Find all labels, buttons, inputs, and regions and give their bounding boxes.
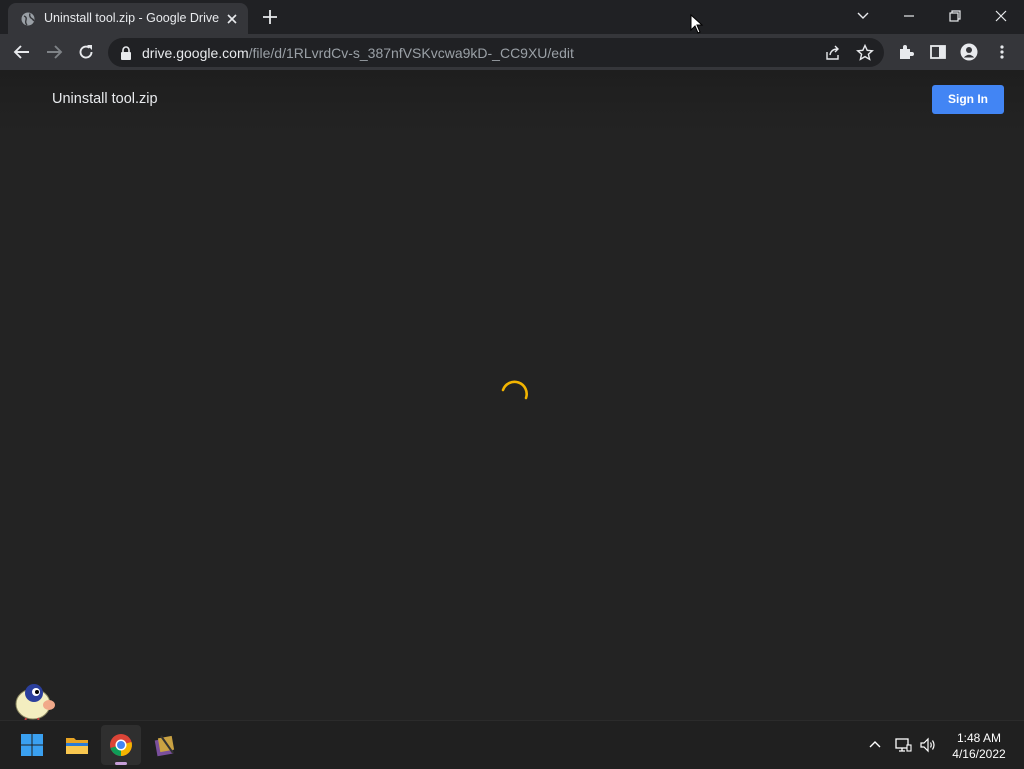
reload-icon[interactable]: [76, 42, 96, 62]
active-app-indicator: [115, 762, 127, 765]
globe-icon: [21, 12, 35, 26]
profile-icon[interactable]: [960, 43, 978, 61]
mouse-pointer-icon: [690, 14, 704, 34]
url-path: /file/d/1RLvrdCv-s_387nfVSKvcwa9kD-_CC9X…: [248, 45, 574, 61]
volume-icon[interactable]: [919, 736, 937, 754]
extensions-puzzle-icon[interactable]: [897, 43, 915, 61]
lock-icon[interactable]: [120, 46, 132, 60]
start-button[interactable]: [12, 725, 52, 765]
winrar-button[interactable]: [145, 725, 185, 765]
loading-spinner-icon: [501, 380, 528, 400]
url-text[interactable]: drive.google.com/file/d/1RLvrdCv-s_387nf…: [142, 45, 574, 61]
winrar-icon: [154, 735, 175, 757]
close-window-icon[interactable]: [991, 6, 1011, 26]
file-explorer-button[interactable]: [57, 725, 97, 765]
file-explorer-icon: [66, 738, 88, 754]
file-title: Uninstall tool.zip: [52, 91, 158, 107]
clock-date: 4/16/2022: [952, 747, 1006, 761]
browser-tab[interactable]: Uninstall tool.zip - Google Drive: [8, 3, 248, 34]
address-bar[interactable]: drive.google.com/file/d/1RLvrdCv-s_387nf…: [108, 38, 884, 67]
windows-start-icon: [21, 734, 43, 756]
new-tab-icon[interactable]: [261, 8, 279, 26]
network-icon[interactable]: [894, 736, 912, 754]
sign-in-button[interactable]: Sign In: [932, 85, 1004, 114]
show-hidden-icons-chevron-icon[interactable]: [866, 736, 884, 754]
restore-icon[interactable]: [945, 6, 965, 26]
page-header: Uninstall tool.zip Sign In: [0, 70, 1024, 132]
tab-title: Uninstall tool.zip - Google Drive: [44, 11, 220, 25]
back-arrow-icon[interactable]: [12, 42, 32, 62]
close-tab-icon[interactable]: [224, 11, 240, 27]
bookmark-star-icon[interactable]: [856, 44, 874, 62]
chrome-icon: [110, 734, 132, 756]
chrome-button[interactable]: [101, 725, 141, 765]
share-icon[interactable]: [824, 44, 842, 62]
browser-toolbar: drive.google.com/file/d/1RLvrdCv-s_387nf…: [0, 34, 1024, 70]
taskbar-clock[interactable]: 1:48 AM 4/16/2022: [944, 730, 1014, 762]
browser-tab-strip: Uninstall tool.zip - Google Drive: [0, 0, 1024, 34]
side-panel-icon[interactable]: [929, 43, 947, 61]
clock-time: 1:48 AM: [956, 731, 1002, 745]
drive-preview-page: Uninstall tool.zip Sign In: [0, 70, 1024, 722]
forward-arrow-icon[interactable]: [44, 42, 64, 62]
desktop-mascot-icon: [15, 684, 55, 722]
menu-dots-icon[interactable]: [993, 43, 1011, 61]
tab-search-chevron-icon[interactable]: [853, 6, 873, 26]
minimize-icon[interactable]: [899, 6, 919, 26]
windows-taskbar: 1:48 AM 4/16/2022: [0, 720, 1024, 769]
url-host: drive.google.com: [142, 45, 249, 61]
